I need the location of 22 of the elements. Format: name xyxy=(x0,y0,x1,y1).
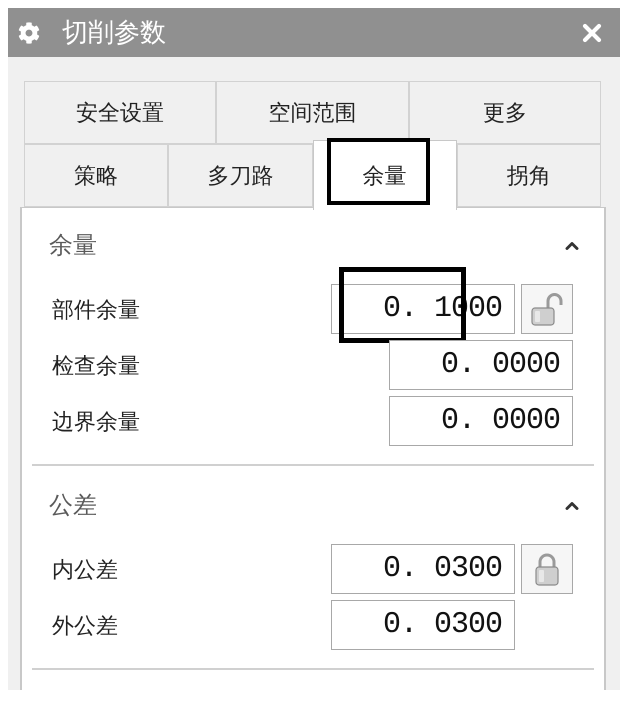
field-label: 检查余量 xyxy=(52,352,140,380)
input-field[interactable]: 0. 0300 xyxy=(331,600,515,650)
tab[interactable]: 更多 xyxy=(408,81,601,144)
section-title: 余量 xyxy=(49,231,97,261)
tab[interactable]: 多刀路 xyxy=(168,144,312,207)
settings-icon xyxy=(18,22,40,44)
section-title: 公差 xyxy=(49,491,97,521)
input-field[interactable]: 0. 0000 xyxy=(389,396,573,446)
tab[interactable]: 安全设置 xyxy=(24,81,216,144)
tab[interactable]: 拐角 xyxy=(456,144,601,207)
lock-button[interactable] xyxy=(521,544,573,594)
lock-button[interactable] xyxy=(521,284,573,334)
input-field[interactable]: 0. 0000 xyxy=(389,340,573,390)
field-label: 边界余量 xyxy=(52,408,140,436)
field-label: 部件余量 xyxy=(52,296,140,324)
tab[interactable]: 策略 xyxy=(24,144,168,207)
input-field[interactable]: 0. 0300 xyxy=(331,544,515,594)
window-title: 切削参数 xyxy=(62,16,166,49)
field-label: 内公差 xyxy=(52,556,118,584)
tab[interactable]: 余量 xyxy=(312,140,457,210)
tab[interactable]: 空间范围 xyxy=(216,81,409,144)
field-label: 外公差 xyxy=(52,612,118,640)
